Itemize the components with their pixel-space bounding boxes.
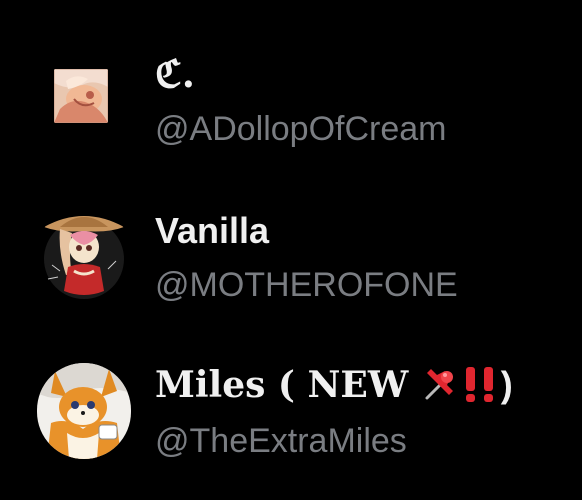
account-row-miles[interactable]: Miles ( NEW ) @TheExtraMiles	[0, 350, 582, 500]
account-row-vanilla[interactable]: Vanilla @MOTHEROFONE	[0, 198, 582, 348]
display-name: ℭ.	[155, 51, 195, 96]
avatar-tails-art-icon[interactable]	[37, 363, 131, 459]
account-row-cream[interactable]: ℭ. @ADollopOfCream	[0, 45, 582, 195]
display-name: Vanilla	[155, 210, 270, 251]
double-exclamation-emoji-icon	[459, 365, 501, 403]
display-name-suffix: )	[500, 364, 513, 405]
display-name: Miles ( NEW )	[155, 364, 513, 406]
avatar-vanilla-art-icon[interactable]	[38, 205, 130, 305]
pushpin-emoji-icon	[421, 365, 459, 403]
handle: @ADollopOfCream	[155, 110, 447, 148]
display-name-prefix: Miles ( NEW	[155, 364, 421, 406]
handle: @TheExtraMiles	[155, 422, 407, 460]
handle: @MOTHEROFONE	[155, 266, 458, 304]
avatar-cream-art-icon[interactable]	[54, 69, 108, 123]
